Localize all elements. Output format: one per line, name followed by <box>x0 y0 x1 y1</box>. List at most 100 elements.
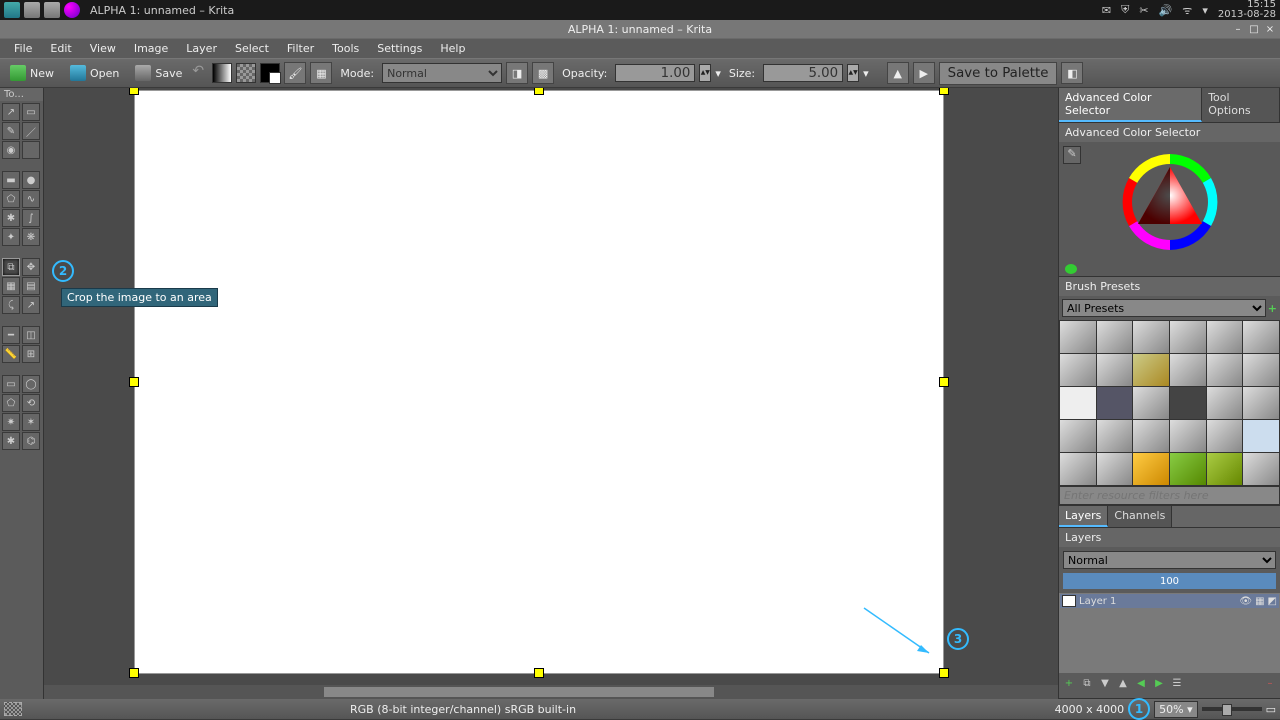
menu-layer[interactable]: Layer <box>178 40 225 57</box>
brush-preset[interactable] <box>1133 321 1169 353</box>
gradient-swatch[interactable] <box>212 63 232 83</box>
select-similar-tool[interactable]: ✷ <box>2 413 20 431</box>
save-palette-button[interactable]: Save to Palette <box>939 62 1058 85</box>
save-button[interactable]: Save <box>129 63 188 83</box>
undo-button[interactable] <box>192 65 208 81</box>
new-button[interactable]: New <box>4 63 60 83</box>
freehand-tool[interactable]: ∫ <box>22 209 40 227</box>
mirror-v-button[interactable]: ▶ <box>913 62 935 84</box>
brush-preset[interactable] <box>1207 354 1243 386</box>
brush-preset[interactable] <box>1170 387 1206 419</box>
open-button[interactable]: Open <box>64 63 125 83</box>
brush-preset[interactable] <box>1170 321 1206 353</box>
brush-preset[interactable] <box>1207 321 1243 353</box>
polygon-tool[interactable]: ⬠ <box>2 190 20 208</box>
brush-preset[interactable] <box>1243 321 1279 353</box>
brush-preset[interactable] <box>1207 420 1243 452</box>
brush-preset[interactable] <box>1243 453 1279 485</box>
add-preset-button[interactable]: + <box>1268 302 1277 315</box>
scrollbar-thumb[interactable] <box>324 687 714 697</box>
color-wheel-icon[interactable] <box>1120 152 1220 252</box>
shield-icon[interactable]: ⛨ <box>1121 3 1129 17</box>
pattern-swatch[interactable] <box>236 63 256 83</box>
bezier-tool[interactable]: ✱ <box>2 209 20 227</box>
polyline-tool[interactable]: ∿ <box>22 190 40 208</box>
window-titlebar[interactable]: ALPHA 1: unnamed – Krita – □ × <box>0 20 1280 38</box>
layer-up-button[interactable]: ▲ <box>1116 676 1130 690</box>
menu-select[interactable]: Select <box>227 40 277 57</box>
brush-preset[interactable] <box>1243 354 1279 386</box>
crop-handle-sw[interactable] <box>129 668 139 678</box>
picker-tool[interactable]: ⤹ <box>2 296 20 314</box>
crop-tool[interactable]: ⧉ <box>2 258 20 276</box>
transform-tool[interactable]: ↗ <box>2 103 20 121</box>
menu-tools[interactable]: Tools <box>324 40 367 57</box>
minimize-button[interactable]: – <box>1232 23 1244 35</box>
recent-colors[interactable] <box>1059 262 1280 276</box>
select-poly-tool[interactable]: ⬠ <box>2 394 20 412</box>
ruler-tool[interactable]: 📏 <box>2 345 20 363</box>
canvas-scrollbar-h[interactable] <box>44 685 1058 699</box>
canvas[interactable] <box>134 90 944 674</box>
tab-advanced-color[interactable]: Advanced Color Selector <box>1059 88 1202 122</box>
brush-preset[interactable] <box>1097 387 1133 419</box>
ellipse-tool[interactable]: ● <box>22 171 40 189</box>
tab-channels[interactable]: Channels <box>1108 506 1172 527</box>
color-picker-button[interactable]: ✎ <box>1063 146 1081 164</box>
crop-handle-se[interactable] <box>939 668 949 678</box>
layer-visibility-icon[interactable]: 👁 <box>1239 596 1252 607</box>
brush-preset[interactable] <box>1170 420 1206 452</box>
brush-preset[interactable] <box>1097 420 1133 452</box>
krita-app-icon[interactable] <box>64 2 80 18</box>
line-tool[interactable]: ／ <box>22 122 40 140</box>
menu-view[interactable]: View <box>82 40 124 57</box>
brush-tool[interactable]: ✎ <box>2 122 20 140</box>
brush-preset[interactable] <box>1133 387 1169 419</box>
add-layer-button[interactable]: + <box>1062 676 1076 690</box>
pattern-edit-tool[interactable]: ◫ <box>22 326 40 344</box>
move-layer-tool[interactable]: ✥ <box>22 258 40 276</box>
menu-file[interactable]: File <box>6 40 40 57</box>
scissors-icon[interactable]: ✂ <box>1139 4 1148 17</box>
brush-preset[interactable] <box>1170 354 1206 386</box>
brush-preset[interactable] <box>1060 387 1096 419</box>
brush-preset[interactable] <box>1060 420 1096 452</box>
maximize-button[interactable]: □ <box>1248 23 1260 35</box>
size-dropdown[interactable]: ▾ <box>863 67 869 80</box>
select-free-tool[interactable]: ⟲ <box>22 394 40 412</box>
layer-opacity-slider[interactable]: 100 <box>1063 573 1276 589</box>
perspective-tool[interactable]: ▦ <box>2 277 20 295</box>
close-button[interactable]: × <box>1264 23 1276 35</box>
wifi-icon[interactable]: ᯤ <box>1182 3 1192 18</box>
gradient-tool[interactable]: ━ <box>2 326 20 344</box>
duplicate-layer-button[interactable]: ⧉ <box>1080 676 1094 690</box>
menu-help[interactable]: Help <box>432 40 473 57</box>
task-icon-2[interactable] <box>44 2 60 18</box>
delete-layer-button[interactable]: – <box>1263 676 1277 690</box>
fill-tool[interactable]: ◉ <box>2 141 20 159</box>
workspace-button[interactable]: ◧ <box>1061 62 1083 84</box>
brush-preset[interactable] <box>1133 354 1169 386</box>
eraser-toggle[interactable]: ▦ <box>310 62 332 84</box>
brush-picker[interactable]: 🖌 <box>284 62 306 84</box>
select-bezier-tool[interactable]: ✱ <box>2 432 20 450</box>
grid-tool[interactable]: ▤ <box>22 277 40 295</box>
brush-preset[interactable] <box>1243 387 1279 419</box>
brush-preset[interactable] <box>1060 453 1096 485</box>
brush-preset[interactable] <box>1170 453 1206 485</box>
brush-preset[interactable] <box>1207 453 1243 485</box>
preset-filter-input[interactable] <box>1059 486 1280 505</box>
chevron-down-icon[interactable]: ▾ <box>1202 4 1208 17</box>
select-magnetic-tool[interactable]: ⌬ <box>22 432 40 450</box>
opacity-dropdown[interactable]: ▾ <box>715 67 721 80</box>
brush-preset[interactable] <box>1133 420 1169 452</box>
crop-handle-s[interactable] <box>534 668 544 678</box>
crop-handle-nw[interactable] <box>129 88 139 95</box>
canvas-area[interactable]: Crop the image to an area 2 3 <box>44 88 1058 699</box>
select-ellipse-tool[interactable]: ◯ <box>22 375 40 393</box>
brush-preset[interactable] <box>1207 387 1243 419</box>
tab-tool-options[interactable]: Tool Options <box>1202 88 1280 122</box>
recent-color-swatch[interactable] <box>1065 264 1077 274</box>
mail-icon[interactable]: ✉ <box>1102 4 1111 17</box>
color-selector[interactable]: ✎ <box>1059 142 1280 262</box>
